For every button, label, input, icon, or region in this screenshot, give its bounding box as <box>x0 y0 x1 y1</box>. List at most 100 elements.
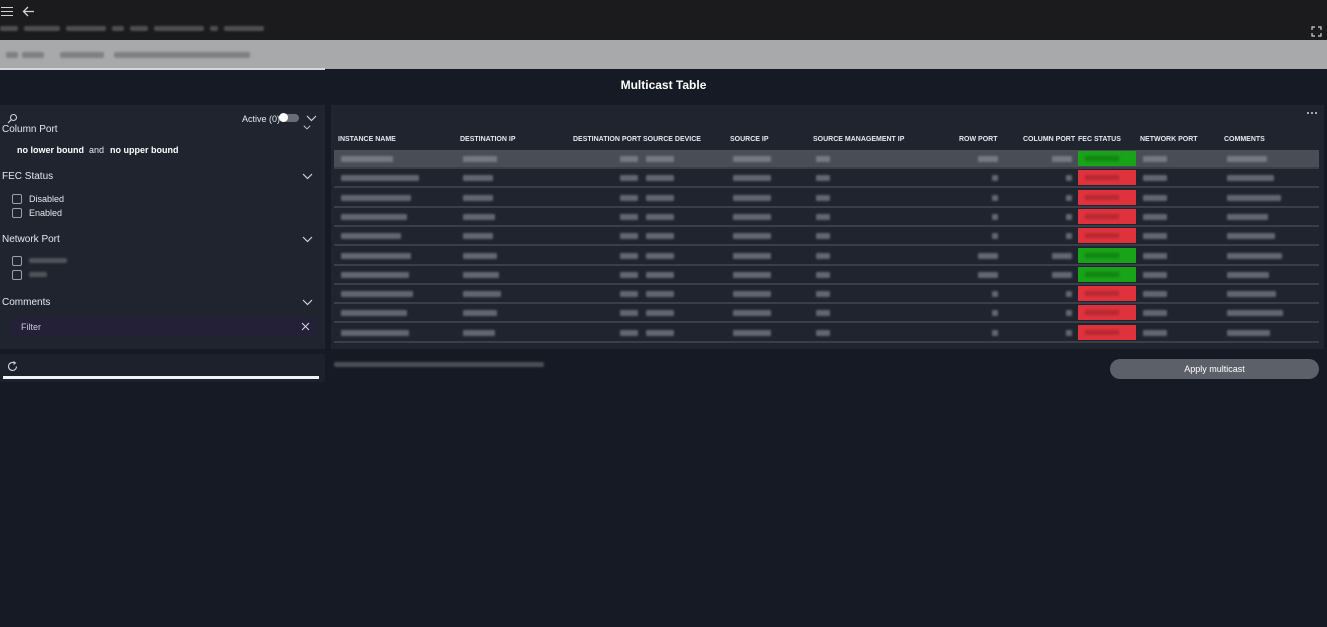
table-cell <box>733 310 771 317</box>
table-cell <box>620 271 638 278</box>
fec-status-cell <box>1078 208 1136 224</box>
table-row[interactable] <box>334 169 1319 189</box>
fullscreen-icon[interactable] <box>1311 26 1322 37</box>
table-cell <box>1066 213 1072 220</box>
table-cell <box>816 156 830 162</box>
table-cell <box>1066 310 1072 317</box>
table-row[interactable] <box>334 208 1319 227</box>
fec-status-cell <box>1078 286 1136 302</box>
table-cell <box>646 156 674 162</box>
table-row[interactable] <box>334 227 1319 247</box>
comments-filter-input[interactable]: Filter <box>12 318 315 336</box>
table-cell <box>816 194 830 201</box>
table-cell <box>733 233 771 240</box>
table-cell <box>1227 175 1274 182</box>
apply-multicast-button[interactable]: Apply multicast <box>1110 359 1319 379</box>
table-cell <box>733 175 771 182</box>
table-cell <box>620 175 638 182</box>
fec-status-cell <box>1078 305 1136 321</box>
table-cell <box>1052 271 1072 278</box>
multicast-table-panel: INSTANCE NAME DESTINATION IP DESTINATION… <box>331 105 1324 349</box>
chevron-down-icon[interactable] <box>302 299 313 306</box>
table-cell <box>992 233 998 240</box>
fec-status-title: FEC Status <box>2 171 54 182</box>
table-cell <box>992 175 998 182</box>
column-header-fec-status[interactable]: FEC STATUS <box>1078 136 1121 143</box>
upper-bound-value[interactable]: no upper bound <box>110 145 178 155</box>
close-icon[interactable] <box>301 322 310 331</box>
table-cell <box>620 252 638 259</box>
column-header-source-device[interactable]: SOURCE DEVICE <box>643 136 701 143</box>
table-cell <box>1227 291 1276 298</box>
table-cell <box>1066 329 1072 336</box>
table-cell <box>646 213 674 220</box>
fec-disabled-checkbox[interactable] <box>12 194 22 204</box>
page-title: Multicast Table <box>620 78 707 92</box>
table-cell <box>463 271 499 278</box>
table-cell <box>620 156 638 162</box>
divider <box>0 68 325 70</box>
column-header-instance-name[interactable]: INSTANCE NAME <box>338 136 396 143</box>
table-cell <box>463 252 497 259</box>
menu-icon[interactable] <box>1 6 13 16</box>
table-cell <box>463 175 493 182</box>
table-cell <box>463 291 501 298</box>
table-cell <box>816 291 830 298</box>
table-cell <box>1066 233 1072 240</box>
fec-status-text <box>1085 156 1119 161</box>
table-cell <box>1143 156 1167 162</box>
fec-status-text <box>1085 213 1119 219</box>
table-row[interactable] <box>334 266 1319 285</box>
column-header-column-port[interactable]: COLUMN PORT <box>1023 136 1075 143</box>
table-row[interactable] <box>334 304 1319 324</box>
back-arrow-icon[interactable] <box>22 5 35 18</box>
table-cell <box>978 271 998 278</box>
fec-disabled-label: Disabled <box>29 194 65 204</box>
table-cell <box>341 252 411 259</box>
network-port-option-checkbox[interactable] <box>12 256 22 266</box>
column-header-destination-ip[interactable]: DESTINATION IP <box>460 136 515 143</box>
table-row[interactable] <box>334 150 1319 169</box>
table-cell <box>646 291 674 298</box>
chevron-down-icon[interactable] <box>306 115 317 122</box>
table-cell <box>816 271 830 278</box>
comments-title: Comments <box>2 297 51 308</box>
chevron-down-icon[interactable] <box>302 236 313 243</box>
table-row[interactable] <box>334 247 1319 266</box>
table-cell <box>992 194 998 201</box>
active-filters-toggle[interactable] <box>279 113 299 122</box>
table-cell <box>1227 271 1269 278</box>
lower-bound-value[interactable]: no lower bound <box>17 145 84 155</box>
table-cell <box>646 194 674 201</box>
table-cell <box>1227 329 1270 336</box>
table-cell <box>816 175 830 182</box>
column-header-source-ip[interactable]: SOURCE IP <box>730 136 769 143</box>
refresh-bar <box>0 354 325 382</box>
column-header-source-management-ip[interactable]: SOURCE MANAGEMENT IP <box>813 136 904 143</box>
column-header-comments[interactable]: COMMENTS <box>1224 136 1265 143</box>
column-header-row-port[interactable]: ROW PORT <box>959 136 998 143</box>
table-cell <box>1227 156 1267 162</box>
table-row[interactable] <box>334 189 1319 208</box>
fec-status-text <box>1085 271 1119 277</box>
table-row[interactable] <box>334 285 1319 305</box>
row-divider <box>334 340 1319 343</box>
refresh-icon[interactable] <box>7 361 18 372</box>
table-cell <box>463 156 497 162</box>
column-header-destination-port[interactable]: DESTINATION PORT <box>573 136 641 143</box>
table-cell <box>341 194 411 201</box>
fec-status-text <box>1085 291 1119 297</box>
obscured-status-text <box>334 360 544 368</box>
chevron-down-icon[interactable] <box>303 125 311 130</box>
table-cell <box>341 291 413 298</box>
column-header-network-port[interactable]: NETWORK PORT <box>1140 136 1198 143</box>
more-options-icon[interactable] <box>1306 111 1318 115</box>
fec-status-text <box>1085 252 1119 258</box>
column-port-title: Column Port <box>2 124 58 133</box>
chevron-down-icon[interactable] <box>302 173 313 180</box>
fec-status-cell <box>1078 324 1136 340</box>
fec-enabled-checkbox[interactable] <box>12 208 22 218</box>
table-row[interactable] <box>334 324 1319 343</box>
table-cell <box>1227 233 1275 240</box>
network-port-option-checkbox[interactable] <box>12 270 22 280</box>
